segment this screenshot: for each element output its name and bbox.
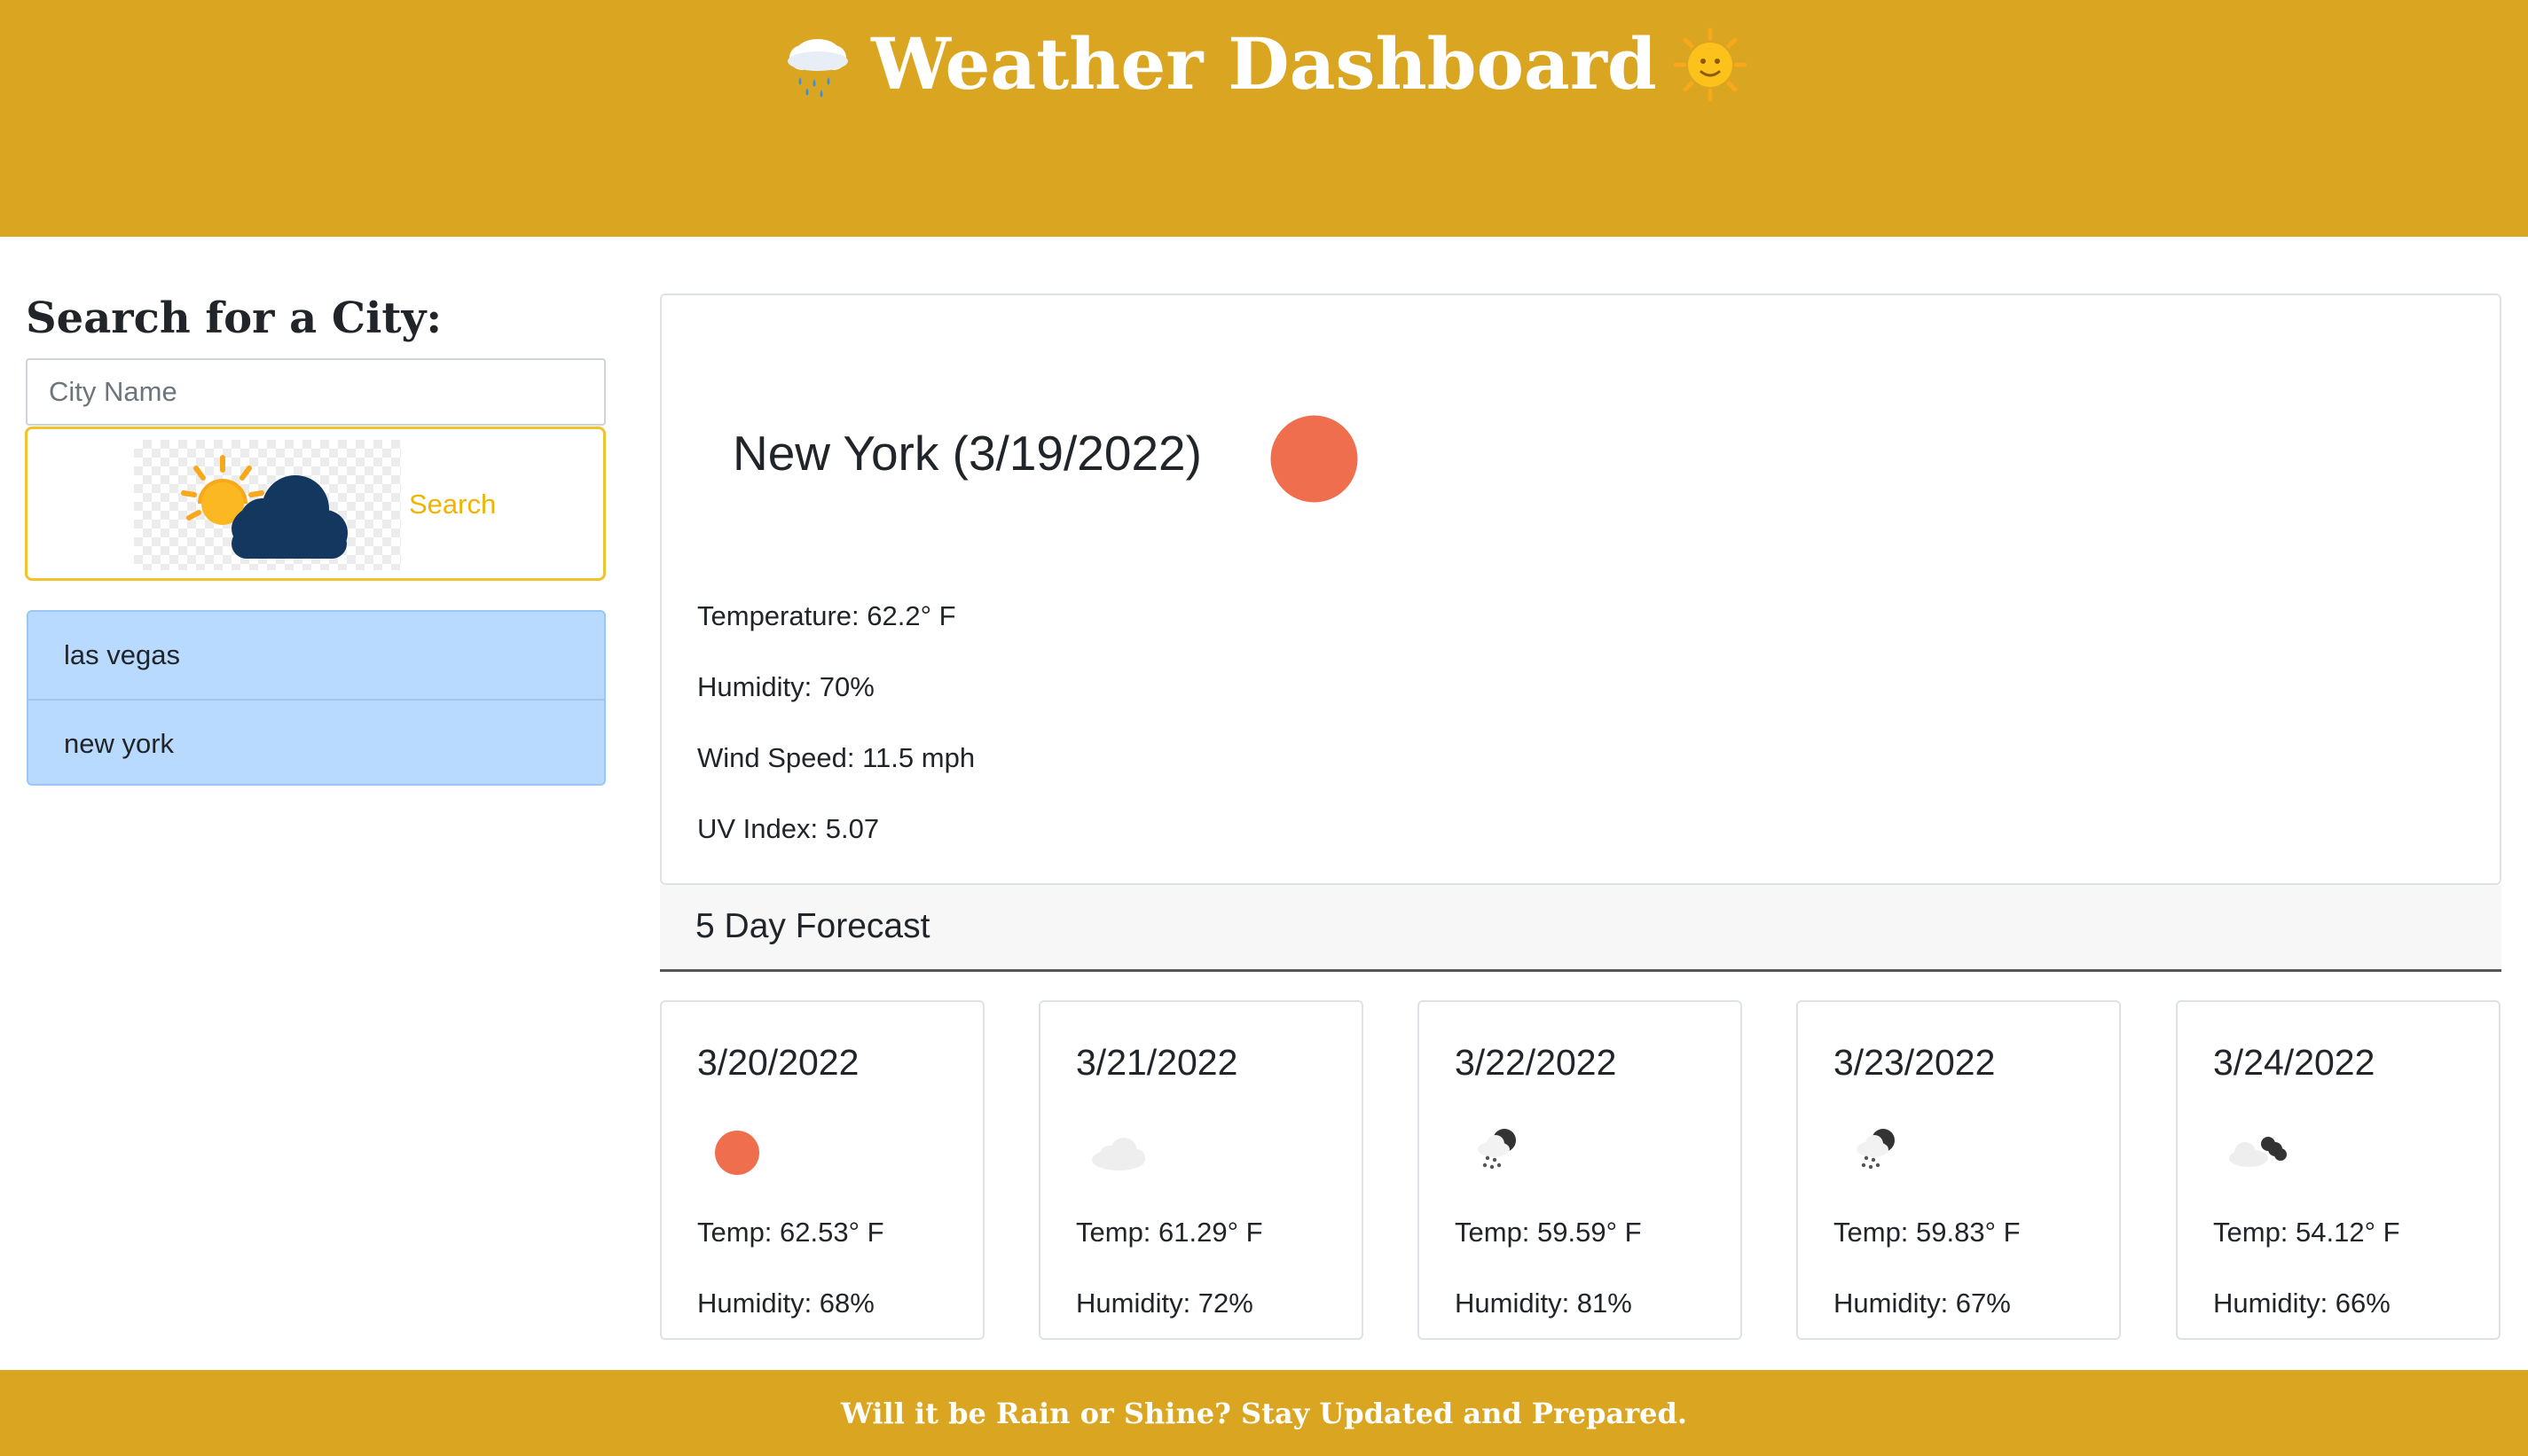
current-temperature: Temperature: 62.2° F	[697, 600, 956, 631]
forecast-humidity: Humidity: 66%	[2213, 1288, 2391, 1319]
rain-cloud-icon	[788, 39, 849, 98]
forecast-temp: Temp: 61.29° F	[1076, 1217, 1263, 1248]
forecast-date: 3/22/2022	[1455, 1042, 1617, 1083]
current-humidity: Humidity: 70%	[697, 671, 875, 702]
clear-sun-icon	[715, 1131, 759, 1175]
snow-cloud-icon	[1478, 1129, 1516, 1170]
current-weather-card: New York (3/19/2022) Temperature: 62.2° …	[660, 294, 2501, 885]
forecast-card: 3/21/2022 Temp: 61.29° F Humidity: 72%	[1039, 1000, 1363, 1340]
forecast-date: 3/21/2022	[1076, 1042, 1238, 1083]
current-city-title: New York (3/19/2022)	[733, 426, 1202, 481]
sun-behind-cloud-icon	[134, 440, 401, 570]
forecast-temp: Temp: 62.53° F	[697, 1217, 884, 1248]
forecast-card: 3/22/2022 Temp: 59.59° F Humidity: 81%	[1417, 1000, 1742, 1340]
forecast-humidity: Humidity: 81%	[1455, 1288, 1632, 1319]
forecast-humidity: Humidity: 72%	[1076, 1288, 1253, 1319]
page-title: Weather Dashboard	[871, 22, 1657, 106]
forecast-card: 3/23/2022 Temp: 59.83° F Humidity: 67%	[1796, 1000, 2121, 1340]
forecast-temp: Temp: 59.83° F	[1833, 1217, 2021, 1248]
footer-tagline: Will it be Rain or Shine? Stay Updated a…	[841, 1397, 1687, 1430]
search-button-label: Search	[409, 489, 497, 520]
broken-clouds-icon	[2229, 1137, 2287, 1167]
current-uv-index: UV Index: 5.07	[697, 813, 880, 844]
page-title-row: Weather Dashboard	[0, 20, 2528, 108]
city-search-input[interactable]	[26, 358, 606, 426]
clear-sun-icon	[1270, 415, 1358, 503]
forecast-header: 5 Day Forecast	[660, 885, 2501, 972]
current-wind-speed: Wind Speed: 11.5 mph	[697, 742, 976, 773]
forecast-temp: Temp: 59.59° F	[1455, 1217, 1642, 1248]
cloud-icon	[1092, 1138, 1145, 1170]
forecast-humidity: Humidity: 68%	[697, 1288, 875, 1319]
search-button[interactable]: Search	[25, 427, 606, 581]
history-item-las-vegas[interactable]: las vegas	[28, 612, 604, 699]
page-header: Weather Dashboard	[0, 0, 2528, 237]
snow-cloud-icon	[1857, 1129, 1895, 1170]
forecast-date: 3/24/2022	[2213, 1042, 2375, 1083]
page-footer: Will it be Rain or Shine? Stay Updated a…	[0, 1370, 2528, 1456]
search-history-list: las vegas new york	[27, 610, 606, 786]
forecast-humidity: Humidity: 67%	[1833, 1288, 2011, 1319]
forecast-title: 5 Day Forecast	[695, 907, 930, 945]
history-item-new-york[interactable]: new york	[28, 699, 604, 784]
forecast-card: 3/20/2022 Temp: 62.53° F Humidity: 68%	[660, 1000, 985, 1340]
search-heading: Search for a City:	[26, 294, 443, 343]
sun-face-icon	[1673, 27, 1747, 102]
forecast-temp: Temp: 54.12° F	[2213, 1217, 2400, 1248]
forecast-date: 3/20/2022	[697, 1042, 860, 1083]
forecast-date: 3/23/2022	[1833, 1042, 1996, 1083]
forecast-card: 3/24/2022 Temp: 54.12° F Humidity: 66%	[2176, 1000, 2501, 1340]
